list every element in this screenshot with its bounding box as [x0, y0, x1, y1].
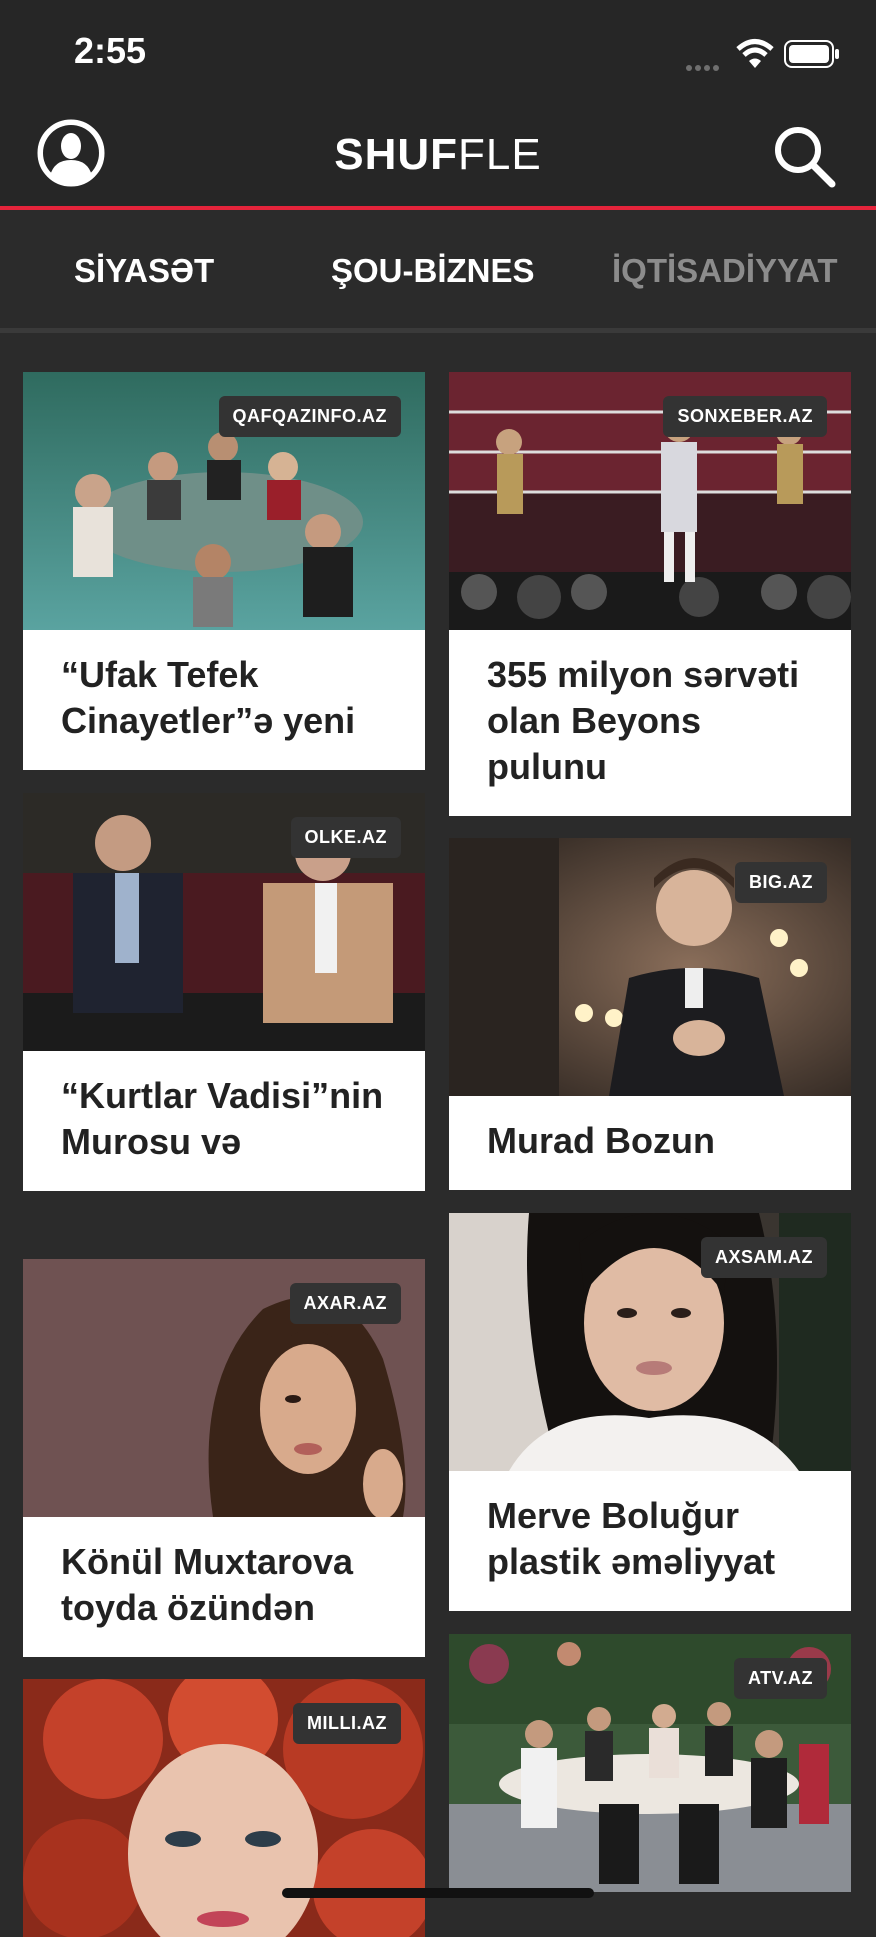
tab-sou-biznes[interactable]: ŞOU-BİZNES [331, 252, 535, 290]
wifi-icon [736, 39, 774, 68]
logo-bold: SHUF [334, 130, 459, 179]
source-badge: BIG.AZ [735, 862, 827, 903]
home-indicator[interactable] [282, 1888, 594, 1898]
source-badge: MILLI.AZ [293, 1703, 401, 1744]
news-title: Merve Boluğur plastik əməliyyat [487, 1495, 776, 1582]
news-title: 355 milyon sərvəti olan Beyons pulunu [487, 654, 800, 787]
news-image: OLKE.AZ [23, 793, 425, 1051]
tab-iqtisadiyyat[interactable]: İQTİSADİYYAT [612, 252, 838, 290]
search-icon[interactable] [770, 122, 838, 190]
news-image: ATV.AZ [449, 1634, 851, 1892]
logo-thin: FLE [458, 130, 542, 179]
app-header: SHUFFLE [0, 100, 876, 210]
news-title: “Ufak Tefek Cinayetler”ə yeni [61, 654, 356, 741]
source-badge: AXSAM.AZ [701, 1237, 827, 1278]
news-image: AXAR.AZ [23, 1259, 425, 1517]
news-image: AXSAM.AZ [449, 1213, 851, 1471]
news-card[interactable]: QAFQAZINFO.AZ “Ufak Tefek Cinayetler”ə y… [23, 372, 425, 770]
news-image: QAFQAZINFO.AZ [23, 372, 425, 630]
news-title: Murad Bozun [487, 1120, 715, 1161]
news-image: BIG.AZ [449, 838, 851, 1096]
signal-icon [686, 58, 726, 71]
status-bar: 2:55 [0, 0, 876, 100]
news-image: MILLI.AZ [23, 1679, 425, 1937]
status-time: 2:55 [74, 30, 147, 71]
news-card[interactable]: BIG.AZ Murad Bozun [449, 838, 851, 1190]
source-badge: QAFQAZINFO.AZ [218, 396, 401, 437]
news-title: “Kurtlar Vadisi”nin Murosu və [61, 1075, 384, 1162]
news-card[interactable]: OLKE.AZ “Kurtlar Vadisi”nin Murosu və [23, 793, 425, 1191]
category-tabs: SİYASƏT ŞOU-BİZNES İQTİSADİYYAT [0, 210, 876, 333]
source-badge: OLKE.AZ [290, 817, 401, 858]
news-title: Könül Muxtarova toyda özündən [61, 1541, 354, 1628]
source-badge: SONXEBER.AZ [663, 396, 827, 437]
news-card[interactable]: SONXEBER.AZ 355 milyon sərvəti olan Beyo… [449, 372, 851, 816]
news-card[interactable]: AXAR.AZ Könül Muxtarova toyda özündən [23, 1259, 425, 1657]
news-card[interactable]: ATV.AZ [449, 1634, 851, 1892]
news-card[interactable]: MILLI.AZ [23, 1679, 425, 1937]
battery-icon [784, 40, 839, 68]
tab-siyaset[interactable]: SİYASƏT [74, 252, 214, 290]
source-badge: AXAR.AZ [289, 1283, 401, 1324]
app-logo: SHUFFLE [0, 130, 876, 180]
news-image: SONXEBER.AZ [449, 372, 851, 630]
news-card[interactable]: AXSAM.AZ Merve Boluğur plastik əməliyyat [449, 1213, 851, 1611]
source-badge: ATV.AZ [733, 1658, 827, 1699]
